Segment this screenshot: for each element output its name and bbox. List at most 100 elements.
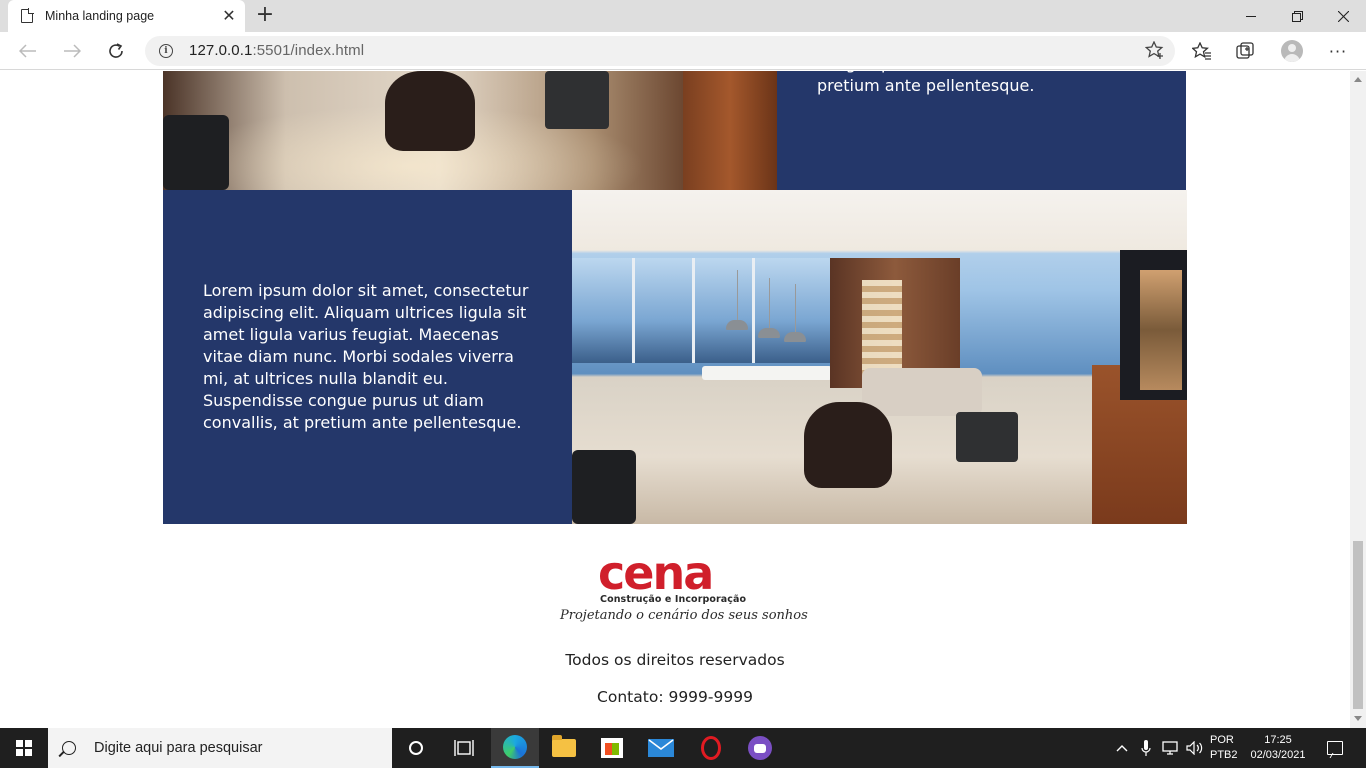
url-text[interactable]: 127.0.0.1:5501/index.html: [189, 42, 364, 59]
app-icon: [748, 736, 772, 760]
close-window-button[interactable]: [1320, 0, 1366, 32]
tray-language-line1: POR: [1210, 734, 1234, 746]
scroll-down-icon[interactable]: [1354, 716, 1362, 721]
address-bar[interactable]: i 127.0.0.1:5501/index.html: [145, 36, 1175, 66]
microphone-icon: [1141, 740, 1151, 756]
taskbar-opera[interactable]: [687, 728, 735, 768]
photo-ottoman: [545, 71, 609, 129]
scroll-up-icon[interactable]: [1354, 77, 1362, 82]
taskbar-edge[interactable]: [491, 728, 539, 768]
pendant-cord: [769, 278, 770, 328]
collections-button[interactable]: [1234, 40, 1258, 62]
tray-show-hidden[interactable]: [1112, 728, 1132, 768]
photo-dining-table: [702, 366, 832, 380]
photo-windows: [572, 258, 832, 363]
pendant-cord: [795, 284, 796, 332]
photo-chair: [385, 71, 475, 151]
windows-icon: [16, 740, 32, 756]
photo-mullion: [752, 258, 755, 363]
tray-network[interactable]: [1160, 728, 1182, 768]
browser-tab[interactable]: Minha landing page ✕: [8, 0, 245, 32]
photo-mullion: [632, 258, 635, 363]
opera-icon: [701, 736, 721, 760]
pendant-lamp: [726, 320, 748, 330]
photo-shelf: [862, 280, 902, 380]
taskbar-file-explorer[interactable]: [540, 728, 588, 768]
url-host: 127.0.0.1: [189, 42, 253, 59]
page-viewport: congue purus ut diam convallis, at preti…: [0, 71, 1350, 728]
file-explorer-icon: [552, 735, 576, 757]
taskbar-search[interactable]: Digite aqui para pesquisar: [48, 728, 392, 768]
task-view-icon: [454, 740, 474, 756]
task-view-button[interactable]: [440, 728, 488, 768]
photo-bench: [572, 450, 636, 524]
tray-date: 02/03/2021: [1250, 749, 1306, 761]
cena-logo: cena Construção e Incorporação Projetand…: [560, 546, 808, 632]
pendant-cord: [737, 270, 738, 320]
interior-photo-middle: [572, 190, 1187, 524]
start-button[interactable]: [0, 728, 48, 768]
new-tab-button[interactable]: +: [254, 4, 276, 27]
taskbar-search-placeholder: Digite aqui para pesquisar: [94, 740, 263, 756]
pendant-lamp: [784, 332, 806, 342]
tray-clock[interactable]: 17:25 02/03/2021: [1248, 733, 1308, 763]
reload-icon: [109, 43, 123, 58]
edge-icon: [503, 735, 527, 759]
notification-button[interactable]: [1320, 728, 1350, 768]
restore-button[interactable]: [1274, 0, 1320, 32]
notification-icon: [1327, 741, 1343, 755]
network-icon: [1162, 741, 1178, 755]
mail-icon: [648, 739, 674, 757]
photo-mullion: [692, 258, 695, 363]
photo-tv: [1140, 270, 1182, 390]
favorites-button[interactable]: [1190, 40, 1214, 62]
search-icon: [62, 741, 76, 755]
photo-chair: [804, 402, 892, 488]
browser-tab-bar: Minha landing page ✕ +: [0, 0, 1366, 32]
taskbar-store[interactable]: [588, 728, 636, 768]
photo-wood-floor: [683, 71, 777, 190]
back-button[interactable]: [14, 38, 42, 64]
tray-time: 17:25: [1264, 734, 1292, 746]
info-icon[interactable]: i: [159, 44, 173, 58]
reload-button[interactable]: [102, 38, 130, 64]
logo-subtitle: Construção e Incorporação: [600, 594, 747, 605]
chevron-up-icon: [1116, 745, 1128, 752]
forward-icon: [64, 44, 81, 58]
photo-ottoman: [956, 412, 1018, 462]
forward-button[interactable]: [58, 38, 86, 64]
pendant-lamp: [758, 328, 780, 338]
text-block-top-paragraph: congue purus ut diam convallis, at preti…: [817, 71, 1094, 95]
close-tab-icon[interactable]: ✕: [221, 8, 237, 24]
taskbar-mail[interactable]: [637, 728, 685, 768]
text-block-top: congue purus ut diam convallis, at preti…: [777, 71, 1186, 190]
cortana-button[interactable]: [392, 728, 440, 768]
page-scrollbar[interactable]: [1350, 71, 1366, 728]
tray-volume[interactable]: [1184, 728, 1206, 768]
browser-toolbar: i 127.0.0.1:5501/index.html ···: [0, 32, 1366, 70]
logo-wordmark: cena: [598, 546, 714, 600]
maximize-icon: [1291, 10, 1303, 22]
tray-microphone[interactable]: [1136, 728, 1156, 768]
collections-icon: [1236, 42, 1254, 59]
profile-icon[interactable]: [1281, 40, 1303, 62]
favorites-icon: [1192, 42, 1211, 60]
photo-sofa: [862, 368, 982, 416]
close-icon: [1337, 10, 1349, 22]
minimize-button[interactable]: [1228, 0, 1274, 32]
scroll-thumb[interactable]: [1353, 541, 1363, 709]
photo-bench: [163, 115, 229, 190]
tab-title: Minha landing page: [45, 9, 155, 23]
interior-photo-top: [163, 71, 777, 190]
favorite-add-icon[interactable]: [1144, 40, 1165, 64]
cortana-icon: [409, 741, 423, 755]
url-path: :5501/index.html: [252, 42, 365, 59]
tray-language[interactable]: POR PTB2: [1210, 733, 1244, 763]
volume-icon: [1186, 741, 1203, 755]
more-button[interactable]: ···: [1326, 40, 1350, 62]
text-block-middle-paragraph: Lorem ipsum dolor sit amet, consectetur …: [203, 281, 529, 432]
footer-rights: Todos os direitos reservados: [565, 651, 785, 669]
tray-language-line2: PTB2: [1210, 749, 1238, 761]
minimize-icon: [1245, 15, 1256, 17]
taskbar-app[interactable]: [736, 728, 784, 768]
